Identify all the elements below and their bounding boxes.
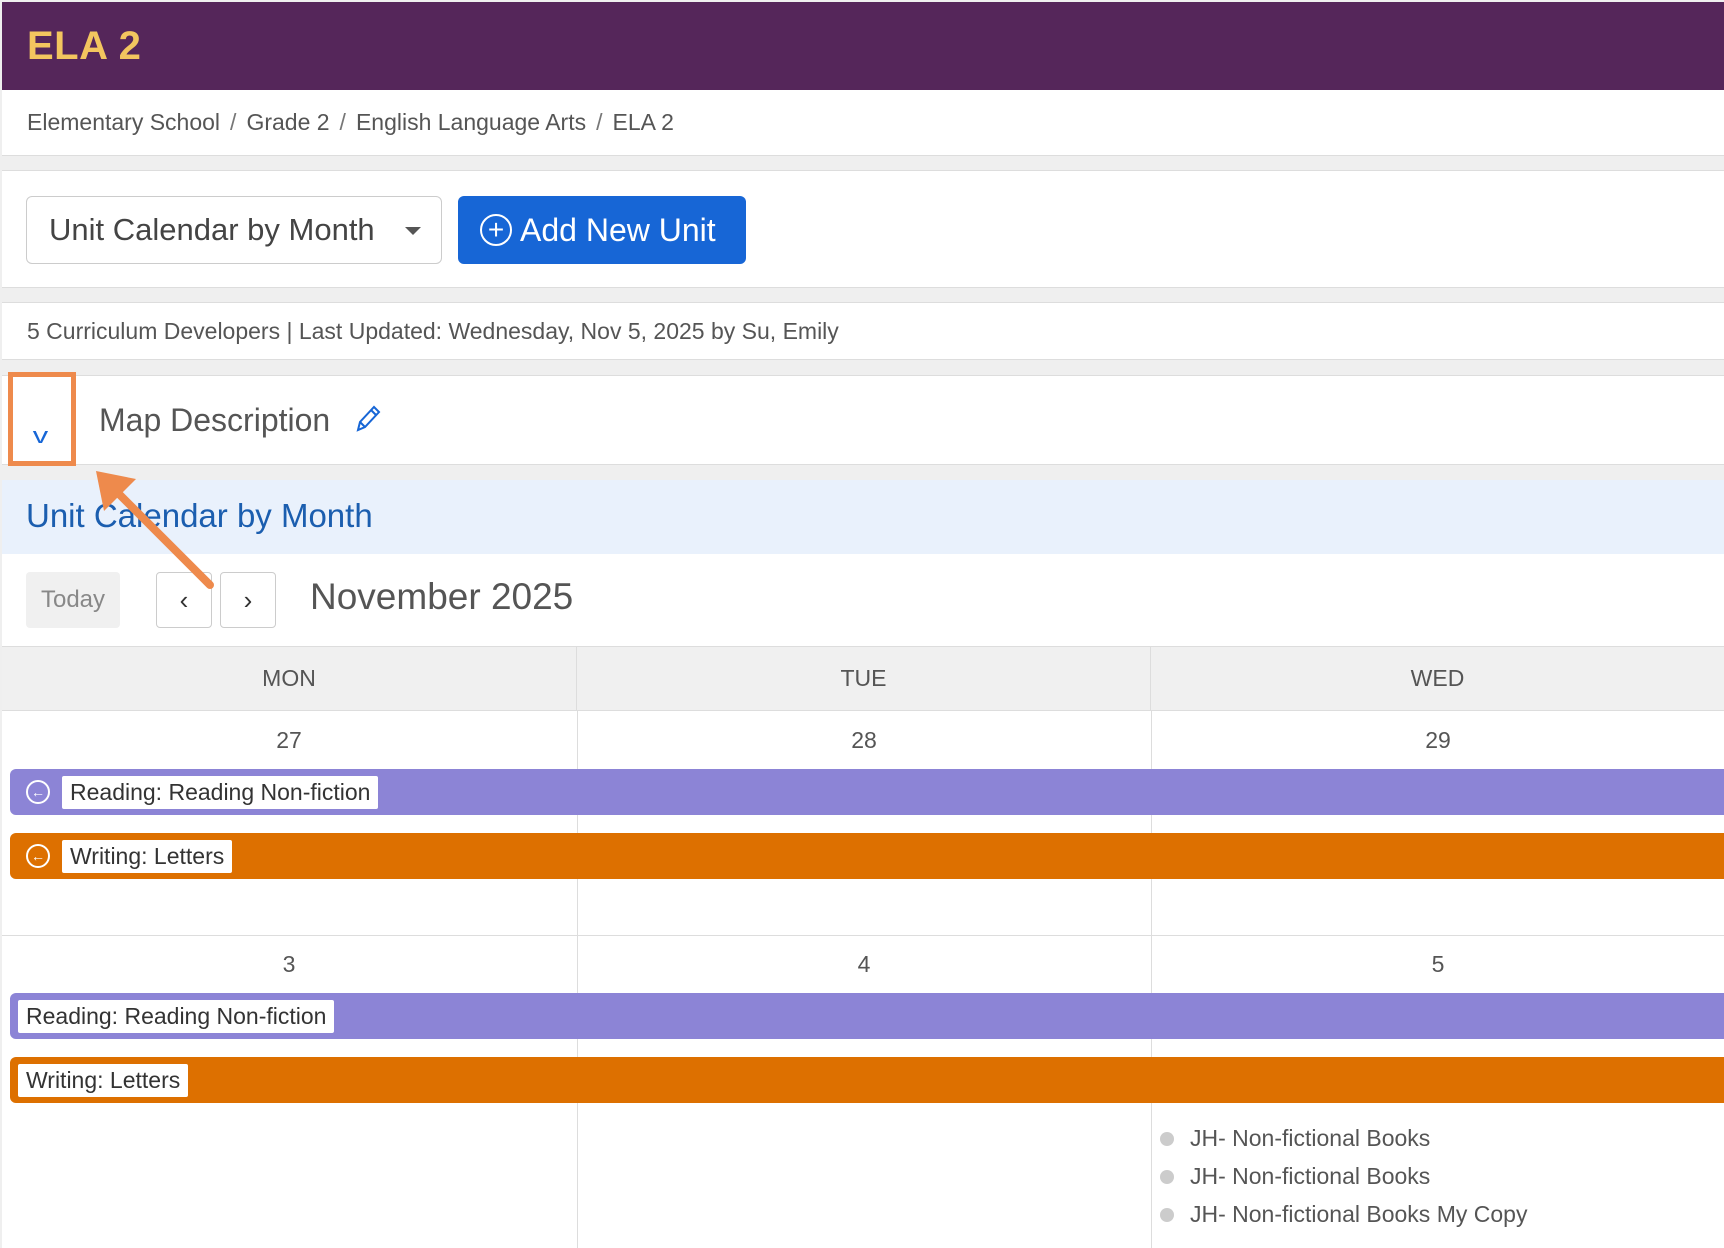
pencil-icon[interactable]: [354, 402, 382, 436]
day-number[interactable]: 5: [1151, 951, 1724, 978]
breadcrumb-separator: /: [596, 109, 603, 135]
lesson-label: JH- Non-fictional Books: [1190, 1163, 1431, 1189]
lesson-item[interactable]: JH- Non-fictional Books: [1160, 1125, 1430, 1152]
breadcrumb-separator: /: [230, 109, 237, 135]
caret-down-icon: [405, 227, 421, 235]
chevron-left-icon: ‹: [179, 584, 189, 615]
prev-month-button[interactable]: ‹: [156, 572, 212, 628]
breadcrumb-separator: /: [339, 109, 346, 135]
day-number[interactable]: 29: [1151, 727, 1724, 754]
unit-label: Reading: Reading Non-fiction: [62, 775, 379, 809]
map-description-panel: v Map Description: [2, 372, 1724, 466]
weekday-header-tue: TUE: [577, 647, 1151, 711]
unit-label: Writing: Letters: [62, 839, 233, 873]
weekday-header-wed: WED: [1151, 647, 1724, 711]
breadcrumb: Elementary School / Grade 2 / English La…: [2, 90, 1724, 156]
add-new-unit-label: Add New Unit: [520, 211, 716, 248]
arrow-left-circle-icon: ←: [26, 844, 50, 868]
plus-circle-icon: +: [480, 214, 512, 246]
lesson-item[interactable]: JH- Non-fictional Books My Copy: [1160, 1201, 1527, 1228]
calendar-grid: MON TUE WED 27 28 29 ← Reading: Reading …: [2, 646, 1724, 1248]
view-select-value: Unit Calendar by Month: [49, 212, 375, 247]
week-divider: [2, 935, 1724, 936]
arrow-left-circle-icon: ←: [26, 780, 50, 804]
unit-label: Reading: Reading Non-fiction: [18, 999, 335, 1033]
month-label: November 2025: [310, 576, 574, 617]
meta-text: 5 Curriculum Developers | Last Updated: …: [27, 317, 839, 344]
map-description-label: Map Description: [99, 402, 331, 438]
lesson-label: JH- Non-fictional Books: [1190, 1125, 1431, 1151]
breadcrumb-grade[interactable]: Grade 2: [246, 109, 329, 136]
weekday-header-mon: MON: [2, 647, 577, 711]
course-title: ELA 2: [27, 24, 142, 68]
course-header: ELA 2: [2, 2, 1724, 90]
bullet-dot-icon: [1160, 1131, 1174, 1146]
calendar-section-title: Unit Calendar by Month: [26, 497, 373, 534]
toolbar: Unit Calendar by Month + Add New Unit: [2, 170, 1724, 288]
map-meta: 5 Curriculum Developers | Last Updated: …: [2, 302, 1724, 360]
view-select[interactable]: Unit Calendar by Month: [26, 196, 442, 264]
unit-bar-writing[interactable]: Writing: Letters: [10, 1057, 1724, 1103]
next-month-button[interactable]: ›: [220, 572, 276, 628]
unit-bar-reading[interactable]: Reading: Reading Non-fiction: [10, 993, 1724, 1039]
calendar-navigation: Today ‹ › November 2025: [2, 554, 1724, 646]
unit-label: Writing: Letters: [18, 1063, 189, 1097]
chevron-down-icon: v: [32, 423, 49, 448]
breadcrumb-course: ELA 2: [612, 109, 674, 135]
add-new-unit-button[interactable]: + Add New Unit: [458, 196, 746, 264]
today-button[interactable]: Today: [26, 572, 120, 628]
unit-bar-reading[interactable]: ← Reading: Reading Non-fiction: [10, 769, 1724, 815]
day-number[interactable]: 3: [2, 951, 576, 978]
unit-bar-writing[interactable]: ← Writing: Letters: [10, 833, 1724, 879]
collapse-toggle[interactable]: v: [8, 372, 76, 466]
calendar-section-header: Unit Calendar by Month: [2, 480, 1724, 554]
bullet-dot-icon: [1160, 1169, 1174, 1184]
lesson-item[interactable]: JH- Non-fictional Books: [1160, 1163, 1430, 1190]
day-number[interactable]: 27: [2, 727, 576, 754]
breadcrumb-subject[interactable]: English Language Arts: [356, 109, 586, 136]
lesson-label: JH- Non-fictional Books My Copy: [1190, 1201, 1528, 1227]
bullet-dot-icon: [1160, 1207, 1174, 1222]
day-number[interactable]: 4: [577, 951, 1151, 978]
breadcrumb-school[interactable]: Elementary School: [27, 109, 220, 136]
day-number[interactable]: 28: [577, 727, 1151, 754]
chevron-right-icon: ›: [243, 584, 253, 615]
